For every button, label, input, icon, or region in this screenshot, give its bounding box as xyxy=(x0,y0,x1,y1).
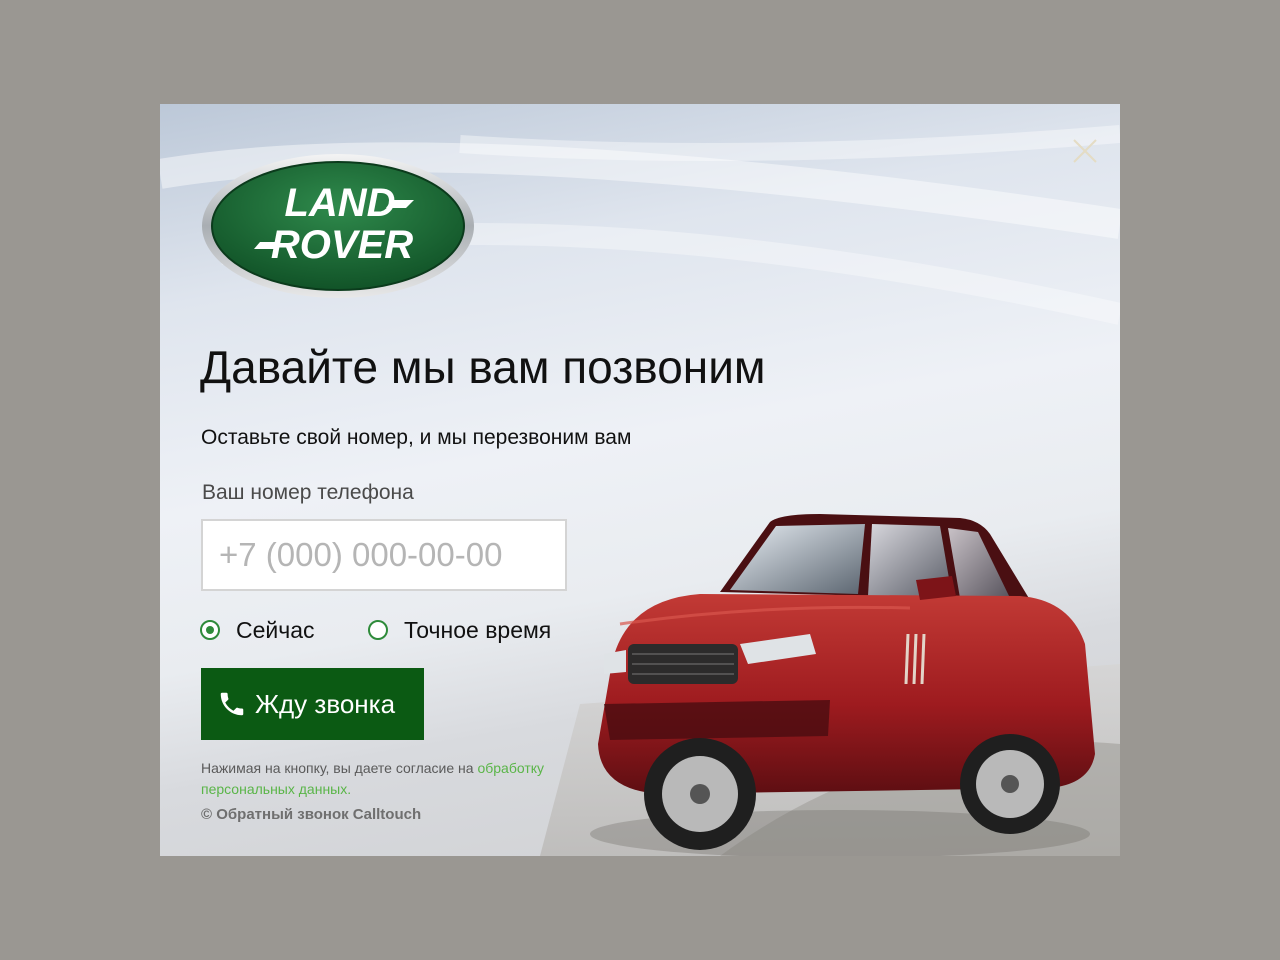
radio-label-now: Сейчас xyxy=(236,616,315,643)
modal-title: Давайте мы вам позвоним xyxy=(200,341,766,393)
phone-label: Ваш номер телефона xyxy=(202,481,414,504)
callback-modal: LAND ROVER Давайте мы вам позвоним Остав… xyxy=(160,104,1120,856)
wait-for-call-label: Жду звонка xyxy=(255,688,396,719)
wait-for-call-button[interactable]: Жду звонка xyxy=(201,668,424,740)
land-rover-logo: LAND ROVER xyxy=(202,154,474,298)
radio-option-exact-time[interactable]: Точное время xyxy=(368,615,551,645)
calltouch-copyright: © Обратный звонок Calltouch xyxy=(201,806,422,823)
consent-text: Нажимая на кнопку, вы даете согласие на … xyxy=(201,758,621,800)
radio-label-exact-time: Точное время xyxy=(404,616,552,643)
radio-button-checked[interactable] xyxy=(200,620,220,640)
radio-option-now[interactable]: Сейчас xyxy=(200,615,315,645)
phone-input[interactable] xyxy=(201,519,567,591)
close-icon[interactable] xyxy=(1070,136,1100,166)
radio-button-unchecked[interactable] xyxy=(368,620,388,640)
range-rover-car-image xyxy=(590,514,1095,856)
modal-subtitle: Оставьте свой номер, и мы перезвоним вам xyxy=(201,426,632,449)
logo-text-land: LAND xyxy=(284,181,395,225)
logo-text-rover: ROVER xyxy=(271,223,413,267)
consent-prefix: Нажимая на кнопку, вы даете согласие на xyxy=(201,760,478,776)
phone-icon xyxy=(220,692,244,716)
